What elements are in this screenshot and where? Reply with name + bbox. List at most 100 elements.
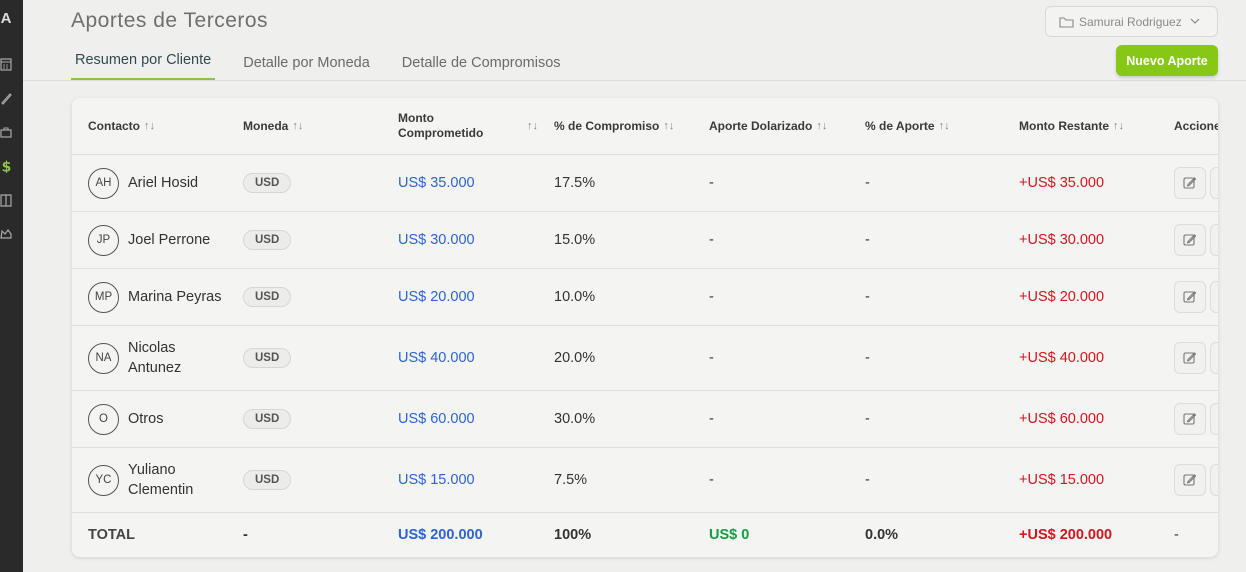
contributions-table: Contacto ↑↓ Moneda ↑↓ Monto Comprometido ↑↓…	[72, 98, 1218, 557]
contact-name[interactable]: Ariel Hosid	[128, 173, 198, 193]
pct-contribution: -	[865, 350, 870, 366]
remaining-amount: +US$ 15.000	[1019, 472, 1105, 488]
dollarized-contribution: -	[709, 289, 714, 305]
column-header-pct-aporte[interactable]: % de Aporte ↑↓	[865, 98, 950, 154]
column-header-pct-compromiso[interactable]: % de Compromiso ↑↓	[554, 98, 674, 154]
committed-amount: US$ 60.000	[398, 411, 475, 427]
column-header-monto-restante[interactable]: Monto Restante ↑↓	[1019, 98, 1124, 154]
dollarized-contribution: -	[709, 175, 714, 191]
pct-commitment: 7.5%	[554, 472, 588, 488]
tab-detalle-por-moneda[interactable]: Detalle por Moneda	[239, 45, 374, 80]
sort-icon[interactable]: ↑↓	[663, 120, 674, 132]
committed-amount: US$ 20.000	[398, 289, 475, 305]
currency-badge: USD	[243, 230, 292, 250]
currency-badge: USD	[243, 409, 292, 429]
dollarized-contribution: -	[709, 232, 714, 248]
more-actions-button[interactable]	[1210, 342, 1218, 374]
total-remaining: +US$ 200.000	[1019, 527, 1113, 543]
avatar: AH	[88, 167, 119, 199]
more-actions-button[interactable]	[1210, 464, 1218, 496]
sort-icon[interactable]: ↑↓	[939, 120, 950, 132]
tab-divider	[23, 80, 1246, 81]
sort-icon[interactable]: ↑↓	[527, 120, 538, 132]
contact-cell: NA Nicolas Antunez	[88, 326, 181, 390]
sort-icon[interactable]: ↑↓	[144, 120, 155, 132]
column-header-acciones: Acciones	[1174, 98, 1218, 154]
contact-name-line2: Antunez	[128, 360, 182, 376]
contact-name-line1: Yuliano	[128, 462, 176, 478]
edit-button[interactable]	[1174, 342, 1206, 374]
pct-commitment: 10.0%	[554, 289, 596, 305]
edit-icon	[1183, 413, 1197, 425]
pct-contribution: -	[865, 411, 870, 427]
folder-icon	[1059, 16, 1074, 28]
pencil-icon[interactable]	[0, 90, 12, 106]
committed-amount: US$ 35.000	[398, 175, 475, 191]
edit-button[interactable]	[1174, 224, 1206, 256]
total-dollarized: US$ 0	[709, 527, 750, 543]
app-logo: A	[0, 10, 12, 27]
dollar-icon[interactable]: $	[0, 158, 12, 174]
more-actions-button[interactable]	[1210, 224, 1218, 256]
column-label: Monto Comprometido	[398, 111, 483, 141]
currency-badge: USD	[243, 348, 292, 368]
contact-cell: JP Joel Perrone	[88, 212, 210, 268]
tab-detalle-de-compromisos[interactable]: Detalle de Compromisos	[398, 45, 565, 80]
table-row: YC Yuliano Clementin USD US$ 15.000 7.5% -…	[72, 448, 1218, 513]
remaining-amount: +US$ 35.000	[1019, 175, 1105, 191]
edit-button[interactable]	[1174, 167, 1206, 199]
nuevo-aporte-button[interactable]: Nuevo Aporte	[1116, 45, 1218, 76]
briefcase-icon[interactable]	[0, 124, 12, 140]
column-header-moneda[interactable]: Moneda ↑↓	[243, 98, 303, 154]
column-label-line2: Comprometido	[398, 126, 484, 140]
more-actions-button[interactable]	[1210, 167, 1218, 199]
contact-name[interactable]: Marina Peyras	[128, 287, 221, 307]
sort-icon[interactable]: ↑↓	[816, 120, 827, 132]
contact-cell: O Otros	[88, 391, 163, 447]
column-header-monto-comprometido[interactable]: Monto Comprometido ↑↓	[398, 98, 538, 154]
edit-button[interactable]	[1174, 281, 1206, 313]
contact-name[interactable]: Yuliano Clementin	[128, 460, 193, 500]
user-selector[interactable]: Samurai Rodriguez	[1045, 6, 1218, 37]
currency-cell: USD	[243, 391, 292, 447]
contact-name[interactable]: Joel Perrone	[128, 230, 210, 250]
total-pct-contribution: 0.0%	[865, 527, 899, 543]
edit-button[interactable]	[1174, 403, 1206, 435]
remaining-amount: +US$ 30.000	[1019, 232, 1105, 248]
committed-amount: US$ 15.000	[398, 472, 475, 488]
total-label: TOTAL	[88, 527, 135, 543]
contact-name[interactable]: Otros	[128, 409, 163, 429]
contact-cell: YC Yuliano Clementin	[88, 448, 193, 512]
pct-commitment: 20.0%	[554, 350, 596, 366]
contact-name-line1: Otros	[128, 411, 164, 427]
edit-icon	[1183, 474, 1197, 486]
column-header-contacto[interactable]: Contacto ↑↓	[88, 98, 155, 154]
sort-icon[interactable]: ↑↓	[1113, 120, 1124, 132]
crown-icon[interactable]	[0, 226, 12, 242]
total-actions: -	[1174, 527, 1179, 543]
remaining-amount: +US$ 20.000	[1019, 289, 1105, 305]
more-actions-button[interactable]	[1210, 403, 1218, 435]
dollarized-contribution: -	[709, 350, 714, 366]
contact-name-line1: Joel Perrone	[128, 232, 211, 248]
contact-name[interactable]: Nicolas Antunez	[128, 338, 181, 378]
book-icon[interactable]	[0, 192, 12, 208]
contact-cell: MP Marina Peyras	[88, 269, 221, 325]
column-label: Moneda	[243, 119, 289, 133]
currency-cell: USD	[243, 212, 292, 268]
edit-button[interactable]	[1174, 464, 1206, 496]
chevron-down-icon	[1190, 18, 1200, 24]
tab-resumen-por-cliente[interactable]: Resumen por Cliente	[71, 45, 216, 80]
more-actions-button[interactable]	[1210, 281, 1218, 313]
currency-cell: USD	[243, 326, 292, 390]
table-row: O Otros USD US$ 60.000 30.0% - - +US$ 60.…	[72, 391, 1218, 448]
contact-name-line2: Clementin	[128, 482, 194, 498]
edit-icon	[1183, 177, 1197, 189]
avatar: O	[88, 403, 119, 435]
dollarized-contribution: -	[709, 472, 714, 488]
contact-name-line1: Ariel Hosid	[128, 175, 199, 191]
column-label-line1: Monto	[398, 111, 434, 125]
column-header-aporte-dolarizado[interactable]: Aporte Dolarizado ↑↓	[709, 98, 827, 154]
calendar-icon[interactable]	[0, 56, 12, 72]
sort-icon[interactable]: ↑↓	[292, 120, 303, 132]
